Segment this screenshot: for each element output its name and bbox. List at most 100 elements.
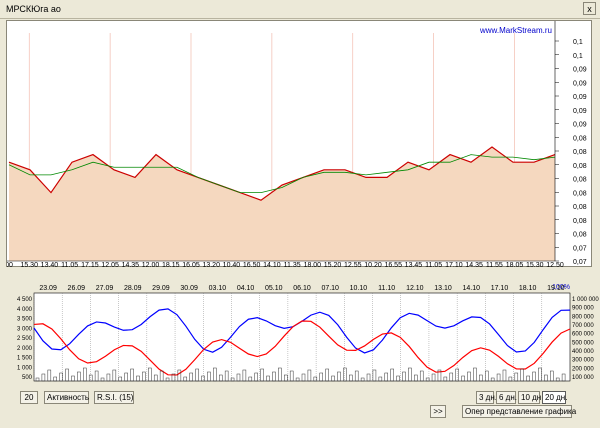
6-days-button[interactable]: 6 дн. xyxy=(496,391,517,404)
price-tick-label: 0,07 xyxy=(573,259,587,266)
indicator-panel: 100%23.09 26.09 27.09 28.09 29.09 30.09 03.10 0… xyxy=(17,284,599,382)
time-tick-label: 10.20 xyxy=(364,262,382,268)
price-tick-label: 0,1 xyxy=(573,39,583,46)
time-tick-label: 18.15 xyxy=(162,262,180,268)
time-tick-label: 16.05 xyxy=(182,262,200,268)
time-tick-label: 11.55 xyxy=(486,262,503,268)
price-tick-label: 0,09 xyxy=(573,67,587,74)
time-tick-label: 11.35 xyxy=(284,262,301,268)
date-tick-label: 27.09 xyxy=(96,285,114,292)
left-axis-tick-label: 2 500 xyxy=(17,336,33,342)
time-tick-label: 15.20 xyxy=(324,262,342,268)
time-tick-label: 18.00 xyxy=(304,262,322,268)
date-tick-label: 10.10 xyxy=(350,285,368,292)
time-tick-label: 11.05 xyxy=(61,262,78,268)
operational-view-button[interactable]: Опер представление графика xyxy=(462,405,576,418)
left-axis-tick-label: 2 000 xyxy=(17,346,33,352)
window-title: МРСКЮга ао xyxy=(6,4,61,14)
time-tick-label: 00 xyxy=(7,262,13,268)
date-tick-label: 13.10 xyxy=(434,285,452,292)
date-tick-label: 30.09 xyxy=(180,285,198,292)
period-input[interactable]: 20 xyxy=(20,391,38,404)
activity-button[interactable]: Активность xyxy=(44,391,89,404)
source-label[interactable]: www.MarkStream.ru xyxy=(479,26,552,35)
time-tick-label: 18.05 xyxy=(506,262,524,268)
time-tick-label: 17.10 xyxy=(445,262,463,268)
date-tick-label: 18.10 xyxy=(519,285,537,292)
date-tick-label: 11.10 xyxy=(378,285,395,292)
price-tick-label: 0,08 xyxy=(573,204,587,211)
price-tick-label: 0,08 xyxy=(573,177,587,184)
scroll-button[interactable]: >> xyxy=(430,405,446,418)
time-tick-label: 14.35 xyxy=(122,262,140,268)
date-tick-label: 03.10 xyxy=(209,285,227,292)
right-axis-tick-label: 100 000 xyxy=(572,375,594,381)
left-axis-tick-label: 3 500 xyxy=(17,317,33,323)
rsi-button[interactable]: R.S.I. (15) xyxy=(94,391,134,404)
date-tick-label: 26.09 xyxy=(68,285,86,292)
right-axis-tick-label: 500 000 xyxy=(572,340,594,346)
date-tick-label: 07.10 xyxy=(321,285,339,292)
time-tick-label: 14.10 xyxy=(263,262,281,268)
time-tick-label: 12.55 xyxy=(344,262,362,268)
left-axis-tick-label: 4 500 xyxy=(17,297,33,303)
20-days-button[interactable]: 20 дн. xyxy=(542,391,567,404)
price-tick-label: 0,09 xyxy=(573,122,587,129)
price-tick-label: 0,08 xyxy=(573,232,587,239)
time-tick-label: 15.30 xyxy=(526,262,544,268)
price-tick-label: 0,08 xyxy=(573,149,587,156)
left-axis-tick-label: 500 xyxy=(22,375,33,381)
window-titlebar: МРСКЮга ао x xyxy=(0,0,600,19)
right-axis-tick-label: 600 000 xyxy=(572,332,594,338)
right-axis-tick-label: 700 000 xyxy=(572,323,594,329)
10-days-button[interactable]: 10 дн. xyxy=(518,391,543,404)
left-axis-tick-label: 3 000 xyxy=(17,326,33,332)
left-axis-tick-label: 4 000 xyxy=(17,307,33,313)
right-axis-tick-label: 1 000 000 xyxy=(572,297,599,303)
date-tick-label: 04.10 xyxy=(237,285,255,292)
left-axis-tick-label: 1 500 xyxy=(17,356,33,362)
date-tick-label: 28.09 xyxy=(124,285,142,292)
price-tick-label: 0,09 xyxy=(573,80,587,87)
time-tick-label: 17.15 xyxy=(81,262,99,268)
time-tick-label: 11.05 xyxy=(425,262,442,268)
price-tick-label: 0,08 xyxy=(573,218,587,225)
date-tick-label: 23.09 xyxy=(39,285,57,292)
close-button[interactable]: x xyxy=(583,2,596,15)
left-axis-tick-label: 1 000 xyxy=(17,365,33,371)
price-tick-label: 0,09 xyxy=(573,108,587,115)
right-axis-tick-label: 300 000 xyxy=(572,358,594,364)
right-axis-tick-label: 200 000 xyxy=(572,366,594,372)
date-tick-label: 29.09 xyxy=(152,285,170,292)
time-tick-label: 15.30 xyxy=(20,262,38,268)
date-tick-label: 12.10 xyxy=(406,285,424,292)
time-tick-label: 10.40 xyxy=(223,262,241,268)
price-tick-label: 0,08 xyxy=(573,135,587,142)
date-tick-label: 19.10 xyxy=(547,285,565,292)
price-tick-label: 0,08 xyxy=(573,190,587,197)
time-tick-label: 16.55 xyxy=(384,262,402,268)
time-tick-label: 13.40 xyxy=(41,262,59,268)
time-tick-label: 13.20 xyxy=(202,262,220,268)
indicator-plot-area xyxy=(33,292,571,382)
time-tick-label: 14.35 xyxy=(465,262,483,268)
time-tick-label: 13.45 xyxy=(405,262,423,268)
time-tick-label: 12.05 xyxy=(101,262,119,268)
price-chart-panel: www.MarkStream.ru 0,1 0,1 0,09 0,09 0,09 0,09… xyxy=(6,20,592,268)
price-tick-label: 0,1 xyxy=(573,53,583,60)
date-tick-label: 05.10 xyxy=(265,285,283,292)
date-tick-label: 17.10 xyxy=(491,285,509,292)
right-axis-tick-label: 800 000 xyxy=(572,314,594,320)
date-tick-label: 06.10 xyxy=(293,285,311,292)
price-tick-label: 0,07 xyxy=(573,245,587,252)
price-tick-label: 0,08 xyxy=(573,163,587,170)
3-days-button[interactable]: 3 дн. xyxy=(476,391,497,404)
right-axis-tick-label: 900 000 xyxy=(572,306,594,312)
right-axis-tick-label: 400 000 xyxy=(572,349,594,355)
price-tick-label: 0,09 xyxy=(573,94,587,101)
price-chart: www.MarkStream.ru 0,1 0,1 0,09 0,09 0,09 0,09… xyxy=(7,21,587,268)
date-tick-label: 14.10 xyxy=(462,285,480,292)
time-tick-label: 12.00 xyxy=(142,262,160,268)
time-tick-label: 16.50 xyxy=(243,262,261,268)
time-tick-label: 12.50 xyxy=(546,262,564,268)
